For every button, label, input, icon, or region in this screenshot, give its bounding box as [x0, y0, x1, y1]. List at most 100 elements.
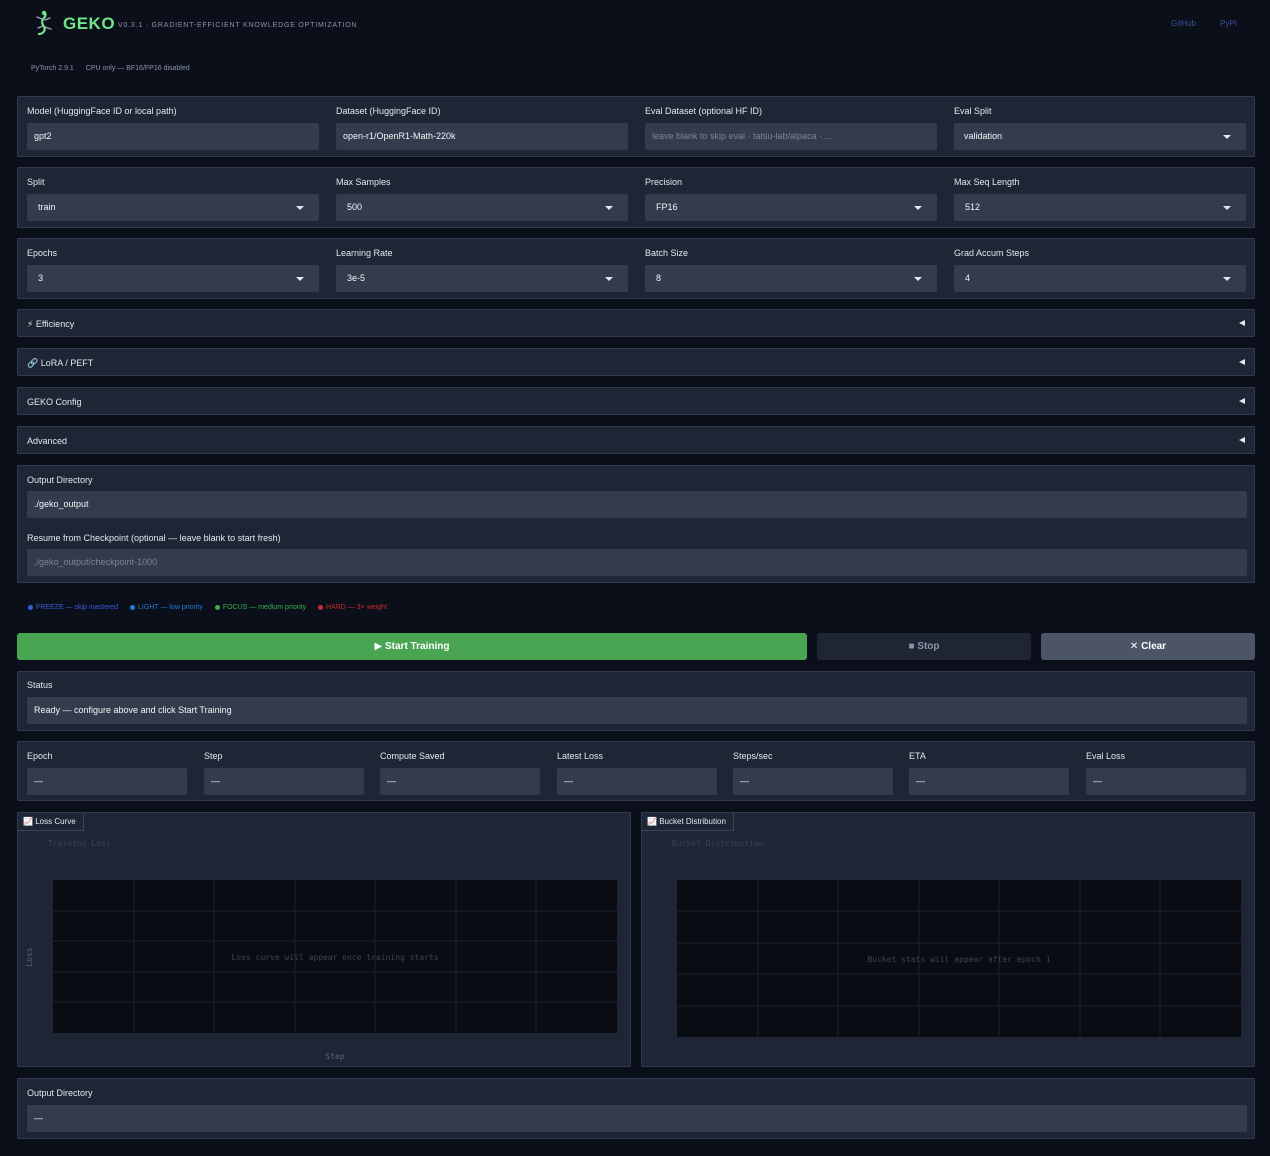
latest-loss-value: — [557, 768, 717, 795]
training-config-row: Split train Max Samples 500 Precision FP… [17, 167, 1255, 228]
legend-focus: FOCUS — medium priority [214, 604, 306, 611]
accordion-advanced[interactable]: Advanced [17, 426, 1255, 454]
env-info: PyTorch 2.9.1 CPU only — BF16/FP16 disab… [31, 65, 200, 72]
metrics-panel: Epoch — Step — Compute Saved — Latest Lo… [17, 741, 1255, 801]
chart-icon: 📈 [23, 817, 33, 826]
hyperparam-row: Epochs 3 Learning Rate 3e-5 Batch Size 8… [17, 238, 1255, 299]
loss-curve-plot: Loss curve will appear once training sta… [25, 880, 617, 1061]
eval-split-select[interactable]: validation [954, 123, 1246, 150]
batch-size-select[interactable]: 8 [645, 265, 937, 292]
step-metric-value: — [204, 768, 364, 795]
max-seq-value: 512 [965, 202, 981, 212]
eval-dataset-label: Eval Dataset (optional HF ID) [645, 106, 763, 116]
legend-dot [28, 604, 33, 610]
collapse-arrow-icon [1239, 320, 1245, 326]
legend-dot [318, 604, 324, 610]
gecko-icon [36, 10, 52, 36]
legend-dot [130, 604, 136, 610]
loss-y-axis-label: Loss [25, 947, 34, 966]
status-label: Status [27, 680, 53, 690]
output-dir-label: Output Directory [27, 475, 93, 485]
eval-loss-value: — [1086, 768, 1246, 795]
chevron-down-icon [605, 206, 613, 210]
status-panel: Status Ready — configure above and click… [17, 671, 1255, 731]
dataset-config-row: Model (HuggingFace ID or local path) gpt… [17, 96, 1255, 157]
epoch-metric-value: — [27, 768, 187, 795]
accordion-lora[interactable]: 🔗 LoRA / PEFT [17, 348, 1255, 376]
device-info: CPU only — BF16/FP16 disabled [85, 65, 190, 72]
chevron-down-icon [914, 277, 922, 281]
link-icon: 🔗 [27, 358, 39, 368]
chevron-down-icon [296, 206, 304, 210]
compute-saved-value: — [380, 768, 540, 795]
split-label: Split [27, 177, 45, 187]
github-link[interactable]: GitHub [1171, 19, 1196, 28]
eval-split-label: Eval Split [954, 106, 992, 116]
loss-x-axis-label: Step [325, 1052, 344, 1061]
lightning-icon: ⚡ [27, 319, 34, 329]
legend-freeze: FREEZE — skip mastered [28, 604, 118, 611]
chevron-down-icon [605, 277, 613, 281]
loss-empty-message: Loss curve will appear once training sta… [231, 953, 438, 962]
bucket-distribution-tab: 📈 Bucket Distribution [642, 813, 734, 831]
model-label: Model (HuggingFace ID or local path) [27, 106, 177, 116]
grad-accum-select[interactable]: 4 [954, 265, 1246, 292]
legend-light: LIGHT — low priority [130, 604, 203, 611]
accordion-efficiency[interactable]: ⚡ Efficiency [17, 309, 1255, 337]
steps-per-sec-label: Steps/sec [733, 751, 773, 761]
eval-loss-label: Eval Loss [1086, 751, 1126, 761]
step-metric-label: Step [204, 751, 223, 761]
app-tagline: V0.3.1 · GRADIENT-EFFICIENT KNOWLEDGE OP… [118, 22, 358, 29]
accordion-geko-config-label: GEKO Config [27, 397, 82, 407]
torch-version: PyTorch 2.9.1 [31, 65, 74, 72]
collapse-arrow-icon [1239, 398, 1245, 404]
output-config-panel: Output Directory ./geko_output Resume fr… [17, 465, 1255, 583]
eval-split-value: validation [964, 131, 1003, 141]
app-brand: GEKO [63, 14, 116, 33]
chevron-down-icon [1223, 277, 1231, 281]
precision-label: Precision [645, 177, 683, 187]
max-samples-value: 500 [347, 202, 363, 212]
pypi-link[interactable]: PyPI [1220, 19, 1237, 28]
eval-dataset-input[interactable]: leave blank to skip eval · tatsu-lab/alp… [645, 123, 937, 150]
chart-icon: 📈 [647, 817, 657, 826]
precision-select[interactable]: FP16 [645, 194, 937, 221]
collapse-arrow-icon [1239, 359, 1245, 365]
loss-plot-title: Training Loss [48, 839, 111, 848]
loss-curve-tab: 📈 Loss Curve [18, 813, 84, 831]
precision-value: FP16 [656, 202, 678, 212]
split-select[interactable]: train [27, 194, 319, 221]
accordion-geko-config[interactable]: GEKO Config [17, 387, 1255, 415]
resume-label: Resume from Checkpoint (optional — leave… [27, 533, 281, 543]
grad-accum-label: Grad Accum Steps [954, 248, 1030, 258]
clear-button[interactable]: ✕ Clear [1041, 633, 1255, 660]
epochs-select[interactable]: 3 [27, 265, 319, 292]
epochs-label: Epochs [27, 248, 58, 258]
grad-accum-value: 4 [965, 273, 971, 283]
max-seq-select[interactable]: 512 [954, 194, 1246, 221]
max-samples-label: Max Samples [336, 177, 391, 187]
dataset-label: Dataset (HuggingFace ID) [336, 106, 441, 116]
model-input[interactable]: gpt2 [27, 123, 319, 150]
chevron-down-icon [296, 277, 304, 281]
output-result-field: — [27, 1105, 1247, 1132]
chevron-down-icon [1223, 206, 1231, 210]
resume-checkpoint-input[interactable]: ./geko_output/checkpoint-1000 [27, 549, 1247, 576]
output-dir-input[interactable]: ./geko_output [27, 491, 1247, 518]
status-field: Ready — configure above and click Start … [27, 697, 1247, 724]
start-training-button[interactable]: ▶ Start Training [17, 633, 807, 660]
dataset-input[interactable]: open-r1/OpenR1-Math-220k [336, 123, 628, 150]
app-header: GEKO V0.3.1 · GRADIENT-EFFICIENT KNOWLED… [30, 8, 1250, 40]
accordion-advanced-label: Advanced [27, 436, 68, 446]
collapse-arrow-icon [1239, 437, 1245, 443]
learning-rate-select[interactable]: 3e-5 [336, 265, 628, 292]
steps-per-sec-value: — [733, 768, 893, 795]
accordion-efficiency-label: Efficiency [35, 319, 75, 329]
chevron-down-icon [1223, 135, 1231, 139]
learning-rate-label: Learning Rate [336, 248, 393, 258]
output-result-panel: Output Directory — [17, 1078, 1255, 1139]
epoch-metric-label: Epoch [27, 751, 53, 761]
stop-button[interactable]: ■ Stop [817, 633, 1031, 660]
batch-size-label: Batch Size [645, 248, 689, 258]
max-samples-select[interactable]: 500 [336, 194, 628, 221]
